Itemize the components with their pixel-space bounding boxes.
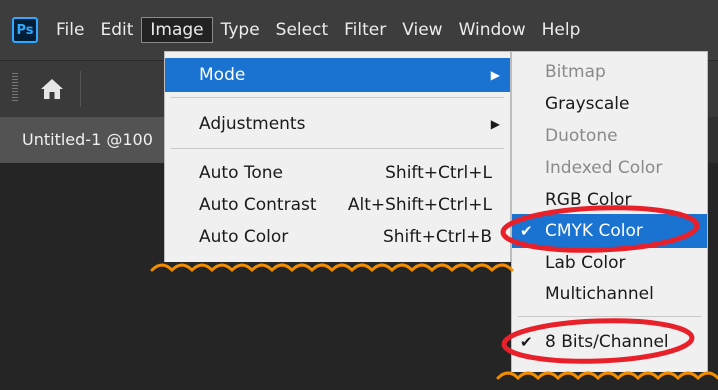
mode-item-lab-color[interactable]: Lab Color bbox=[512, 247, 707, 279]
mode-item-grayscale[interactable]: Grayscale bbox=[512, 88, 707, 120]
submenu-arrow-icon: ▶ bbox=[490, 68, 500, 82]
menu-item-auto-tone[interactable]: Auto Tone Shift+Ctrl+L bbox=[165, 156, 510, 190]
mode-item-duotone[interactable]: Duotone bbox=[512, 120, 707, 152]
home-button[interactable] bbox=[28, 71, 76, 107]
mode-item-8-bits-label: 8 Bits/Channel bbox=[545, 332, 669, 352]
photoshop-logo-icon: Ps bbox=[12, 17, 38, 43]
mode-item-cmyk-color-label: CMYK Color bbox=[545, 221, 643, 241]
menu-select[interactable]: Select bbox=[268, 17, 336, 43]
mode-item-8-bits-channel[interactable]: ✔ 8 Bits/Channel bbox=[512, 326, 707, 358]
menu-filter[interactable]: Filter bbox=[336, 17, 394, 43]
menu-image[interactable]: Image bbox=[141, 17, 213, 43]
submenu-arrow-icon: ▶ bbox=[490, 117, 500, 131]
document-tab[interactable]: Untitled-1 @100 bbox=[0, 117, 172, 163]
menu-item-auto-color[interactable]: Auto Color Shift+Ctrl+B bbox=[165, 220, 510, 254]
mode-item-rgb-color[interactable]: RGB Color bbox=[512, 184, 707, 216]
menu-divider bbox=[518, 316, 701, 317]
menu-help[interactable]: Help bbox=[534, 17, 589, 43]
menu-view[interactable]: View bbox=[394, 17, 450, 43]
menu-item-adjustments[interactable]: Adjustments ▶ bbox=[165, 107, 510, 141]
mode-submenu: Bitmap Grayscale Duotone Indexed Color R… bbox=[511, 51, 708, 390]
menu-item-auto-contrast-label: Auto Contrast bbox=[199, 195, 317, 215]
menu-window[interactable]: Window bbox=[451, 17, 534, 43]
shortcut-auto-contrast: Alt+Shift+Ctrl+L bbox=[347, 195, 492, 215]
mode-item-bitmap[interactable]: Bitmap bbox=[512, 56, 707, 88]
menu-divider bbox=[171, 97, 504, 98]
menu-item-auto-color-label: Auto Color bbox=[199, 227, 289, 247]
menu-type[interactable]: Type bbox=[213, 17, 268, 43]
menu-item-auto-tone-label: Auto Tone bbox=[199, 163, 284, 183]
toolbar-grip-handle[interactable] bbox=[12, 73, 18, 101]
menu-divider bbox=[171, 148, 504, 149]
shortcut-auto-color: Shift+Ctrl+B bbox=[382, 227, 492, 247]
mode-item-cmyk-color[interactable]: ✔ CMYK Color bbox=[512, 214, 707, 248]
checkmark-icon: ✔ bbox=[520, 222, 533, 240]
image-menu-dropdown: Mode ▶ Adjustments ▶ Auto Tone Shift+Ctr… bbox=[164, 51, 511, 276]
menu-item-auto-contrast[interactable]: Auto Contrast Alt+Shift+Ctrl+L bbox=[165, 188, 510, 222]
mode-item-multichannel[interactable]: Multichannel bbox=[512, 278, 707, 310]
home-icon bbox=[41, 79, 63, 99]
menu-item-adjustments-label: Adjustments bbox=[199, 114, 306, 134]
menu-file[interactable]: File bbox=[48, 17, 92, 43]
shortcut-auto-tone: Shift+Ctrl+L bbox=[385, 163, 492, 183]
menu-item-mode[interactable]: Mode ▶ bbox=[165, 58, 510, 92]
menu-edit[interactable]: Edit bbox=[92, 17, 141, 43]
toolbar-separator bbox=[80, 71, 81, 107]
mode-item-indexed-color[interactable]: Indexed Color bbox=[512, 152, 707, 184]
checkmark-icon: ✔ bbox=[520, 333, 533, 351]
menu-item-mode-label: Mode bbox=[199, 65, 246, 85]
